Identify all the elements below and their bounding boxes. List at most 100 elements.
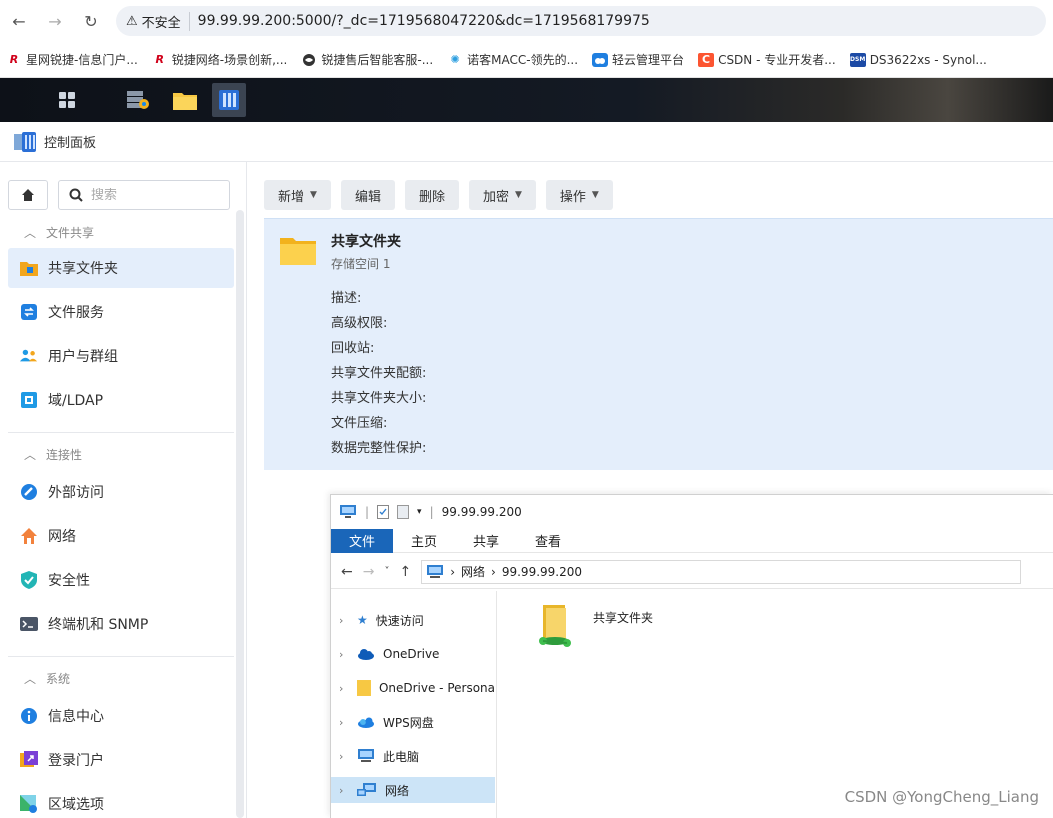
- search-icon: [69, 188, 83, 202]
- caret-down-icon: ▼: [591, 190, 599, 200]
- navigation-pane: › ★ 快速访问 › OneDrive › OneDrive - Persona…: [331, 591, 497, 818]
- users-icon: [20, 347, 38, 365]
- tab-share[interactable]: 共享: [455, 529, 517, 553]
- forward-arrow-icon[interactable]: →: [363, 564, 375, 580]
- tree-item-onedrive[interactable]: › OneDrive: [331, 641, 495, 667]
- control-panel-taskbar-button[interactable]: [212, 83, 246, 117]
- folder-icon: [280, 235, 316, 269]
- volume-label: 存储空间 1: [331, 257, 391, 271]
- chevron-right-icon: ›: [339, 783, 344, 797]
- back-button[interactable]: ←: [4, 6, 34, 36]
- terminal-icon: [20, 615, 38, 633]
- warning-icon: ⚠: [126, 13, 138, 29]
- bookmark-item[interactable]: R 锐捷网络-场景创新,...: [152, 51, 288, 68]
- computer-icon: [340, 505, 356, 518]
- bookmark-item[interactable]: 轻云管理平台: [592, 51, 684, 68]
- sidebar-scrollbar[interactable]: [236, 210, 244, 818]
- new-folder-icon[interactable]: [397, 505, 410, 519]
- prop-description: 描述:: [331, 291, 362, 306]
- section-file-sharing[interactable]: ︿ 文件共享: [24, 224, 94, 241]
- chevron-right-icon: ›: [339, 749, 344, 763]
- create-button[interactable]: 新增 ▼: [264, 180, 331, 210]
- delete-button[interactable]: 删除: [404, 180, 459, 210]
- cloud-logo-icon: [592, 52, 609, 67]
- forward-button[interactable]: →: [40, 6, 70, 36]
- file-station-button[interactable]: [168, 83, 202, 117]
- search-box[interactable]: [58, 180, 230, 210]
- home-button[interactable]: [8, 180, 48, 210]
- tab-file[interactable]: 文件: [331, 528, 394, 553]
- search-input[interactable]: [91, 187, 211, 203]
- recent-locations-icon[interactable]: ˅: [384, 566, 389, 577]
- tab-home[interactable]: 主页: [393, 529, 455, 553]
- sidebar-item-network[interactable]: 网络: [8, 516, 234, 556]
- network-computer-icon: [427, 564, 444, 578]
- explorer-title-bar: | ▾ | 99.99.99.200: [331, 495, 1053, 529]
- window-title: 99.99.99.200: [441, 505, 522, 519]
- sidebar-item-users-groups[interactable]: 用户与群组: [8, 336, 234, 376]
- edit-button[interactable]: 编辑: [340, 180, 395, 210]
- sidebar-item-regional-options[interactable]: 区域选项: [8, 784, 234, 818]
- prop-quota: 共享文件夹配额:: [331, 366, 427, 381]
- csdn-logo-icon: C: [698, 52, 715, 67]
- sidebar-item-security[interactable]: 安全性: [8, 560, 234, 600]
- network-share-item[interactable]: 共享文件夹: [537, 603, 653, 649]
- sidebar-item-info-center[interactable]: 信息中心: [8, 696, 234, 736]
- address-path[interactable]: › 网络 › 99.99.99.200: [421, 559, 1022, 584]
- package-center-button[interactable]: [120, 83, 154, 117]
- tree-item-onedrive-personal[interactable]: › OneDrive - Persona: [331, 675, 495, 701]
- sidebar-item-login-portal[interactable]: 登录门户: [8, 740, 234, 780]
- encrypt-button[interactable]: 加密 ▼: [468, 180, 536, 210]
- folder-icon: [173, 93, 197, 110]
- bookmark-item[interactable]: ✺ 诺客MACC-领先的...: [447, 51, 579, 68]
- section-connectivity[interactable]: ︿ 连接性: [24, 446, 82, 463]
- bookmark-item[interactable]: 锐捷售后智能客服-...: [301, 51, 433, 68]
- bookmark-item[interactable]: C CSDN - 专业开发者...: [698, 51, 836, 68]
- breadcrumb-network[interactable]: 网络: [461, 563, 485, 580]
- chevron-up-icon: ︿: [24, 448, 37, 462]
- prop-advanced-permissions: 高级权限:: [331, 316, 388, 331]
- ruijie-logo-icon: R: [155, 53, 165, 66]
- bookmark-item[interactable]: DSM DS3622xs - Synol...: [849, 52, 987, 67]
- divider: [8, 432, 234, 433]
- tree-item-network[interactable]: › 网络: [331, 777, 495, 803]
- computer-icon: [358, 749, 374, 762]
- explorer-navigation: ← → ˅ ↑ › 网络 › 99.99.99.200: [331, 555, 1053, 589]
- bookmark-item[interactable]: R 星网锐捷-信息门户...: [6, 51, 138, 68]
- properties-icon[interactable]: [377, 505, 390, 519]
- toolbar: 新增 ▼ 编辑 删除 加密 ▼ 操作 ▼: [264, 180, 613, 210]
- breadcrumb-separator: ›: [491, 564, 496, 579]
- sidebar-item-domain-ldap[interactable]: 域/LDAP: [8, 380, 234, 420]
- macc-logo-icon: ✺: [450, 53, 460, 66]
- back-arrow-icon[interactable]: ←: [341, 564, 353, 580]
- sidebar-item-shared-folder[interactable]: 共享文件夹: [8, 248, 234, 288]
- tree-item-quick-access[interactable]: › ★ 快速访问: [331, 607, 495, 633]
- up-arrow-icon[interactable]: ↑: [399, 564, 411, 580]
- chevron-right-icon: ›: [339, 715, 344, 729]
- sidebar: ︿ 文件共享 共享文件夹 文件服务 用户与群组 域/LDAP ︿ 连接性 外部访…: [0, 162, 247, 818]
- ribbon-tabs: 文件 主页 共享 查看: [331, 528, 1053, 553]
- action-button[interactable]: 操作 ▼: [545, 180, 613, 210]
- dsm-logo-icon: DSM: [849, 52, 866, 67]
- tree-item-wps[interactable]: › WPS网盘: [331, 709, 495, 735]
- shared-folder-row[interactable]: 共享文件夹 存储空间 1 描述: 高级权限: 回收站: 共享文件夹配额: 共享文…: [264, 218, 1053, 470]
- network-icon: [357, 783, 376, 796]
- url-bar[interactable]: ⚠ 不安全 99.99.99.200:5000/?_dc=17195680472…: [116, 6, 1046, 36]
- shield-icon: [20, 571, 38, 589]
- reload-button[interactable]: ↻: [76, 6, 106, 36]
- sidebar-item-terminal-snmp[interactable]: 终端机和 SNMP: [8, 604, 234, 644]
- sidebar-item-file-services[interactable]: 文件服务: [8, 292, 234, 332]
- security-indicator[interactable]: ⚠ 不安全: [126, 11, 190, 31]
- sidebar-item-external-access[interactable]: 外部访问: [8, 472, 234, 512]
- quick-access-dropdown-icon[interactable]: ▾: [417, 507, 422, 517]
- main-menu-button[interactable]: [50, 83, 84, 117]
- storage-manager-icon: [127, 91, 149, 109]
- tree-item-this-pc[interactable]: › 此电脑: [331, 743, 495, 769]
- section-system[interactable]: ︿ 系统: [24, 670, 70, 687]
- login-portal-icon: [20, 751, 38, 769]
- breadcrumb-host[interactable]: 99.99.99.200: [502, 565, 582, 579]
- shared-folder-name: 共享文件夹: [331, 234, 401, 250]
- tab-view[interactable]: 查看: [517, 529, 579, 553]
- shared-folder-icon: [20, 259, 38, 277]
- dsm-taskbar: [0, 78, 1053, 122]
